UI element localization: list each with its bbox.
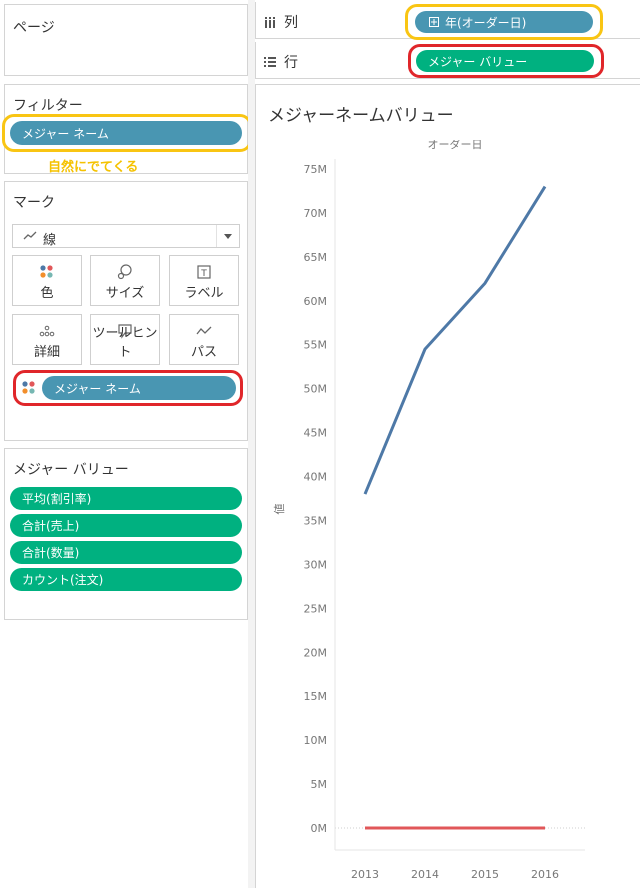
- label-button-label: ラベル: [184, 286, 224, 301]
- y-tick-label: 10M: [304, 734, 328, 747]
- size-icon: [91, 264, 159, 280]
- y-tick-label: 70M: [304, 207, 328, 220]
- marks-title: マーク: [13, 195, 55, 211]
- measure-value-pill[interactable]: 合計(数量): [10, 541, 242, 564]
- chart-subtitle: オーダー日: [428, 140, 483, 151]
- x-tick-label: 2014: [411, 868, 439, 880]
- color-pill-icon: [21, 380, 37, 400]
- mark-type-label: 線: [43, 233, 57, 248]
- label-button[interactable]: T ラベル: [169, 255, 239, 306]
- label-icon: T: [170, 264, 238, 280]
- columns-icon: [265, 17, 275, 28]
- filter-annotation: 自然にでてくる: [48, 160, 139, 175]
- color-button-label: 色: [40, 286, 54, 301]
- color-icon: [13, 264, 81, 280]
- y-tick-label: 15M: [304, 690, 328, 703]
- pages-panel: ページ: [4, 4, 248, 76]
- columns-pill-year[interactable]: 年(オーダー日): [415, 11, 593, 33]
- detail-icon: [13, 323, 81, 339]
- color-button[interactable]: 色: [12, 255, 82, 306]
- measure-values-title: メジャー バリュー: [13, 462, 129, 478]
- expand-plus-icon: [429, 17, 439, 27]
- y-tick-label: 45M: [304, 427, 328, 440]
- measure-value-pill[interactable]: 合計(売上): [10, 514, 242, 537]
- y-tick-label: 55M: [304, 339, 328, 352]
- detail-button-label: 詳細: [33, 345, 60, 360]
- rows-shelf-header: 行: [264, 52, 298, 72]
- svg-text:T: T: [200, 269, 207, 279]
- y-tick-label: 25M: [304, 602, 328, 615]
- rows-pill-measure-values[interactable]: メジャー バリュー: [416, 50, 594, 72]
- filters-title: フィルター: [13, 98, 83, 114]
- line-mark-icon: [23, 231, 37, 240]
- line-chart: オーダー日 値 0M 5M 10M 15M 20M 25M 30M 35M 40M 45M 50M 5…: [273, 140, 585, 880]
- x-tick-label: 2016: [531, 868, 559, 880]
- y-tick-label: 50M: [304, 383, 328, 396]
- path-button-label: パス: [190, 345, 217, 360]
- detail-button[interactable]: 詳細: [12, 314, 82, 365]
- size-button[interactable]: サイズ: [90, 255, 160, 306]
- y-tick-label: 35M: [304, 514, 328, 527]
- y-axis-label: 値: [273, 504, 286, 515]
- rows-shelf-label: 行: [284, 55, 298, 71]
- tooltip-button-label: ツールヒント: [92, 326, 158, 360]
- y-tick-label: 0M: [311, 822, 328, 835]
- y-tick-label: 60M: [304, 295, 328, 308]
- columns-shelf-label: 列: [284, 15, 298, 31]
- y-tick-label: 40M: [304, 471, 328, 484]
- series-line-0[interactable]: [363, 185, 547, 495]
- path-button[interactable]: パス: [169, 314, 239, 365]
- size-button-label: サイズ: [105, 286, 145, 301]
- y-tick-label: 30M: [304, 558, 328, 571]
- tooltip-button[interactable]: ツールヒント: [90, 314, 160, 365]
- columns-pill-label: 年(オーダー日): [445, 15, 527, 30]
- rows-icon: [264, 57, 276, 67]
- chevron-down-icon: [216, 225, 239, 247]
- measure-value-pill[interactable]: 平均(割引率): [10, 487, 242, 510]
- chart-title: メジャーネームバリュー: [268, 106, 454, 126]
- pages-title: ページ: [13, 20, 55, 36]
- vertical-divider: [248, 0, 255, 888]
- y-tick-label: 20M: [304, 646, 328, 659]
- measure-value-pill[interactable]: カウント(注文): [10, 568, 242, 591]
- mark-type-select[interactable]: 線: [12, 224, 240, 248]
- y-tick-label: 5M: [311, 778, 328, 791]
- path-icon: [170, 323, 238, 339]
- x-tick-label: 2013: [351, 868, 379, 880]
- x-tick-label: 2015: [471, 868, 499, 880]
- marks-color-pill[interactable]: メジャー ネーム: [42, 376, 236, 400]
- y-tick-label: 75M: [304, 163, 328, 176]
- filter-pill-measure-name[interactable]: メジャー ネーム: [10, 121, 242, 145]
- y-tick-label: 65M: [304, 251, 328, 264]
- columns-shelf-header: 列: [264, 12, 298, 32]
